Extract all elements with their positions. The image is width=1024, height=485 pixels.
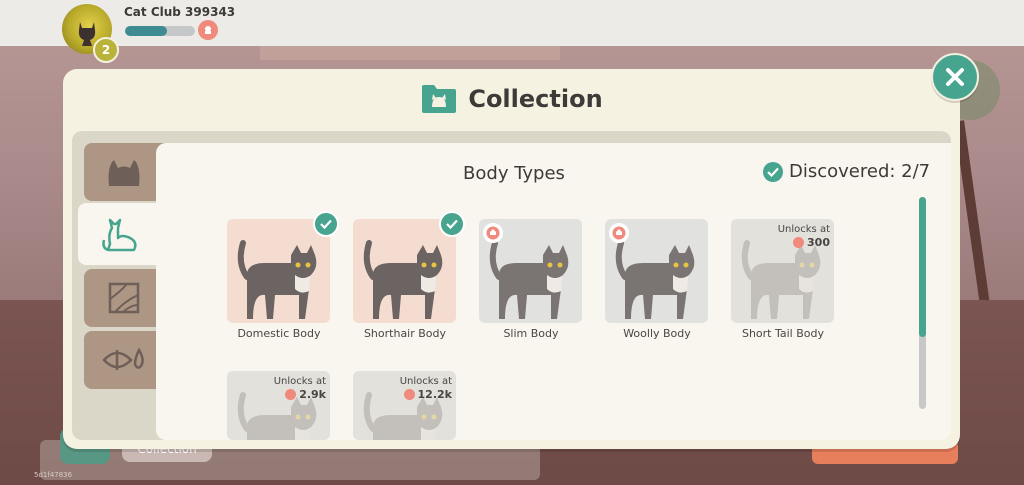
- unlock-cost: 2.9k: [274, 388, 326, 401]
- close-x-icon: [946, 68, 964, 86]
- cat-body-icon: [615, 240, 695, 319]
- coin-badge-icon: [483, 223, 503, 243]
- tab-body[interactable]: [78, 203, 164, 265]
- coin-badge-icon: [609, 223, 629, 243]
- body-card-label: Domestic Body: [237, 327, 321, 340]
- unlock-label: Unlocks at: [399, 376, 452, 387]
- cat-body-icon: [237, 240, 317, 319]
- eye-icon: [102, 347, 144, 370]
- unlock-requirement: Unlocks at 2.9k: [274, 375, 326, 401]
- scrollbar[interactable]: [919, 197, 926, 409]
- cat-face-icon: [108, 160, 140, 186]
- unlock-label: Unlocks at: [273, 376, 326, 387]
- unlock-cost: 300: [778, 236, 830, 249]
- content-well: Body Types Discovered: 2/7 Domestic Body…: [72, 131, 951, 440]
- body-card[interactable]: Unlocks at 300: [731, 219, 834, 323]
- level-badge: 2: [93, 37, 119, 63]
- body-card-label: Short Tail Body: [741, 327, 825, 340]
- body-types-panel: Body Types Discovered: 2/7 Domestic Body…: [156, 143, 951, 440]
- body-card[interactable]: Unlocks at 2.9k: [227, 371, 330, 440]
- tab-pattern[interactable]: [84, 269, 164, 327]
- body-card-label: Woolly Body: [623, 327, 691, 340]
- coin-icon: [285, 389, 297, 400]
- cat-body-icon: [363, 240, 443, 319]
- discovered-count: Discovered: 2/7: [763, 161, 930, 182]
- owned-check-icon: [313, 211, 339, 237]
- discovered-label: Discovered: 2/7: [789, 161, 931, 182]
- collection-modal: Collection Body Types Discovered: 2/7 Do…: [63, 69, 960, 449]
- coin-icon: [403, 389, 415, 400]
- owned-check-icon: [439, 211, 465, 237]
- tab-eyes[interactable]: [84, 331, 164, 389]
- close-button[interactable]: [931, 53, 979, 101]
- scroll-thumb[interactable]: [919, 197, 926, 337]
- body-card-label: Shorthair Body: [363, 327, 447, 340]
- body-card-label: Slim Body: [503, 327, 559, 340]
- unlock-requirement: Unlocks at 12.2k: [400, 375, 452, 401]
- cat-body-icon: [489, 240, 569, 319]
- tab-cat-face[interactable]: [84, 143, 164, 201]
- modal-title: Collection: [468, 85, 603, 113]
- xp-progress-fill: [125, 26, 167, 36]
- pattern-icon: [108, 282, 140, 314]
- unlock-label: Unlocks at: [777, 224, 830, 235]
- cat-folder-icon: [422, 85, 457, 113]
- club-name: Cat Club 399343: [124, 5, 236, 19]
- coin-icon: [198, 20, 218, 40]
- body-card[interactable]: [227, 219, 330, 323]
- coin-icon: [793, 237, 805, 248]
- body-card[interactable]: Unlocks at 12.2k: [353, 371, 456, 440]
- unlock-requirement: Unlocks at 300: [778, 223, 830, 249]
- body-card[interactable]: [479, 219, 582, 323]
- modal-header: Collection: [63, 69, 960, 129]
- check-icon: [763, 161, 783, 182]
- body-card[interactable]: [605, 219, 708, 323]
- background-code: 5d1f47836: [34, 471, 73, 479]
- unlock-cost: 12.2k: [400, 388, 452, 401]
- xp-progress-bar: [125, 26, 195, 36]
- cat-body-icon: [102, 218, 137, 252]
- body-card[interactable]: [353, 219, 456, 323]
- top-bar: 2 Cat Club 399343: [0, 0, 1024, 63]
